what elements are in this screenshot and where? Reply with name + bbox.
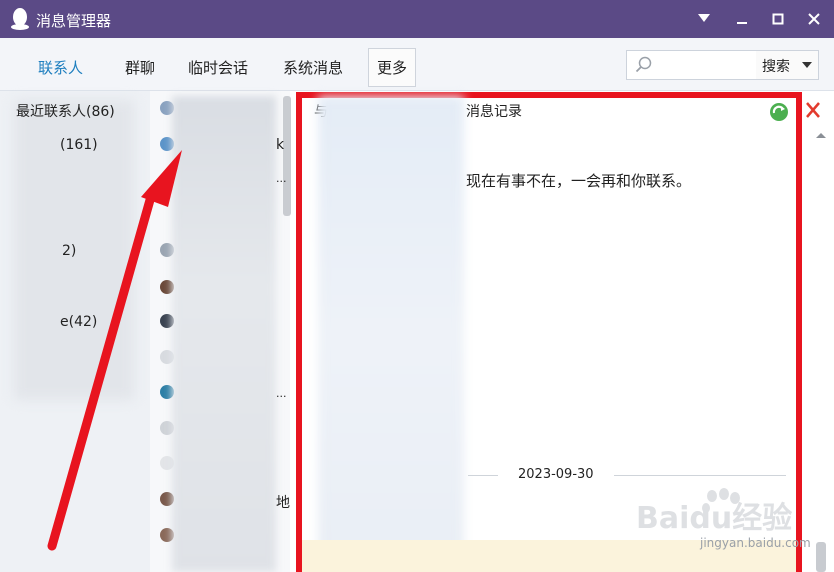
- maximize-icon: [772, 13, 784, 25]
- close-history-icon[interactable]: [804, 99, 822, 121]
- tab-system-messages[interactable]: 系统消息: [283, 57, 343, 78]
- group-recent-contacts[interactable]: 最近联系人(86): [16, 101, 115, 121]
- divider: [468, 475, 498, 476]
- contact-name-fragment: ...: [276, 172, 287, 185]
- contact-list-scrollbar[interactable]: [283, 96, 291, 216]
- window-title: 消息管理器: [36, 12, 112, 30]
- minimize-icon: [737, 22, 747, 24]
- group-item[interactable]: e(42): [60, 314, 97, 330]
- contact-name-fragment: ...: [276, 387, 287, 400]
- contact-name-fragment: 地: [276, 495, 290, 511]
- title-bar: 消息管理器: [0, 0, 834, 38]
- contact-name-fragment: k: [276, 137, 285, 153]
- triangle-down-icon: [698, 14, 710, 22]
- tab-temp-sessions[interactable]: 临时会话: [188, 57, 248, 78]
- qq-penguin-icon: [11, 8, 29, 30]
- minimize-button[interactable]: [724, 0, 760, 38]
- search-input[interactable]: [626, 50, 758, 80]
- search-button[interactable]: 搜索: [756, 50, 819, 80]
- search-icon: [635, 56, 652, 73]
- close-window-button[interactable]: [796, 0, 832, 38]
- maximize-button[interactable]: [760, 0, 796, 38]
- blurred-region: [318, 96, 464, 572]
- blurred-region: [172, 96, 276, 572]
- group-item[interactable]: (161): [60, 137, 98, 153]
- scroll-up-icon[interactable]: [814, 130, 828, 140]
- tab-groups[interactable]: 群聊: [125, 57, 155, 78]
- message-text: 现在有事不在，一会再和你联系。: [466, 172, 692, 190]
- dropdown-menu-button[interactable]: [686, 0, 722, 38]
- tab-contacts[interactable]: 联系人: [38, 57, 83, 78]
- watermark-brand: Baidu经验: [636, 501, 792, 536]
- group-item[interactable]: 2): [62, 243, 76, 259]
- watermark-url: jingyan.baidu.com: [700, 536, 811, 550]
- search-button-label: 搜索: [762, 59, 790, 75]
- divider: [614, 475, 786, 476]
- history-title: 消息记录: [466, 104, 522, 120]
- tab-bar: 联系人 群聊 临时会话 系统消息 更多 搜索: [0, 38, 834, 91]
- date-divider: 2023-09-30: [518, 467, 594, 482]
- tab-more[interactable]: 更多: [368, 48, 417, 87]
- chevron-down-icon: [802, 62, 812, 68]
- close-icon: [808, 13, 820, 25]
- refresh-icon[interactable]: [768, 101, 790, 123]
